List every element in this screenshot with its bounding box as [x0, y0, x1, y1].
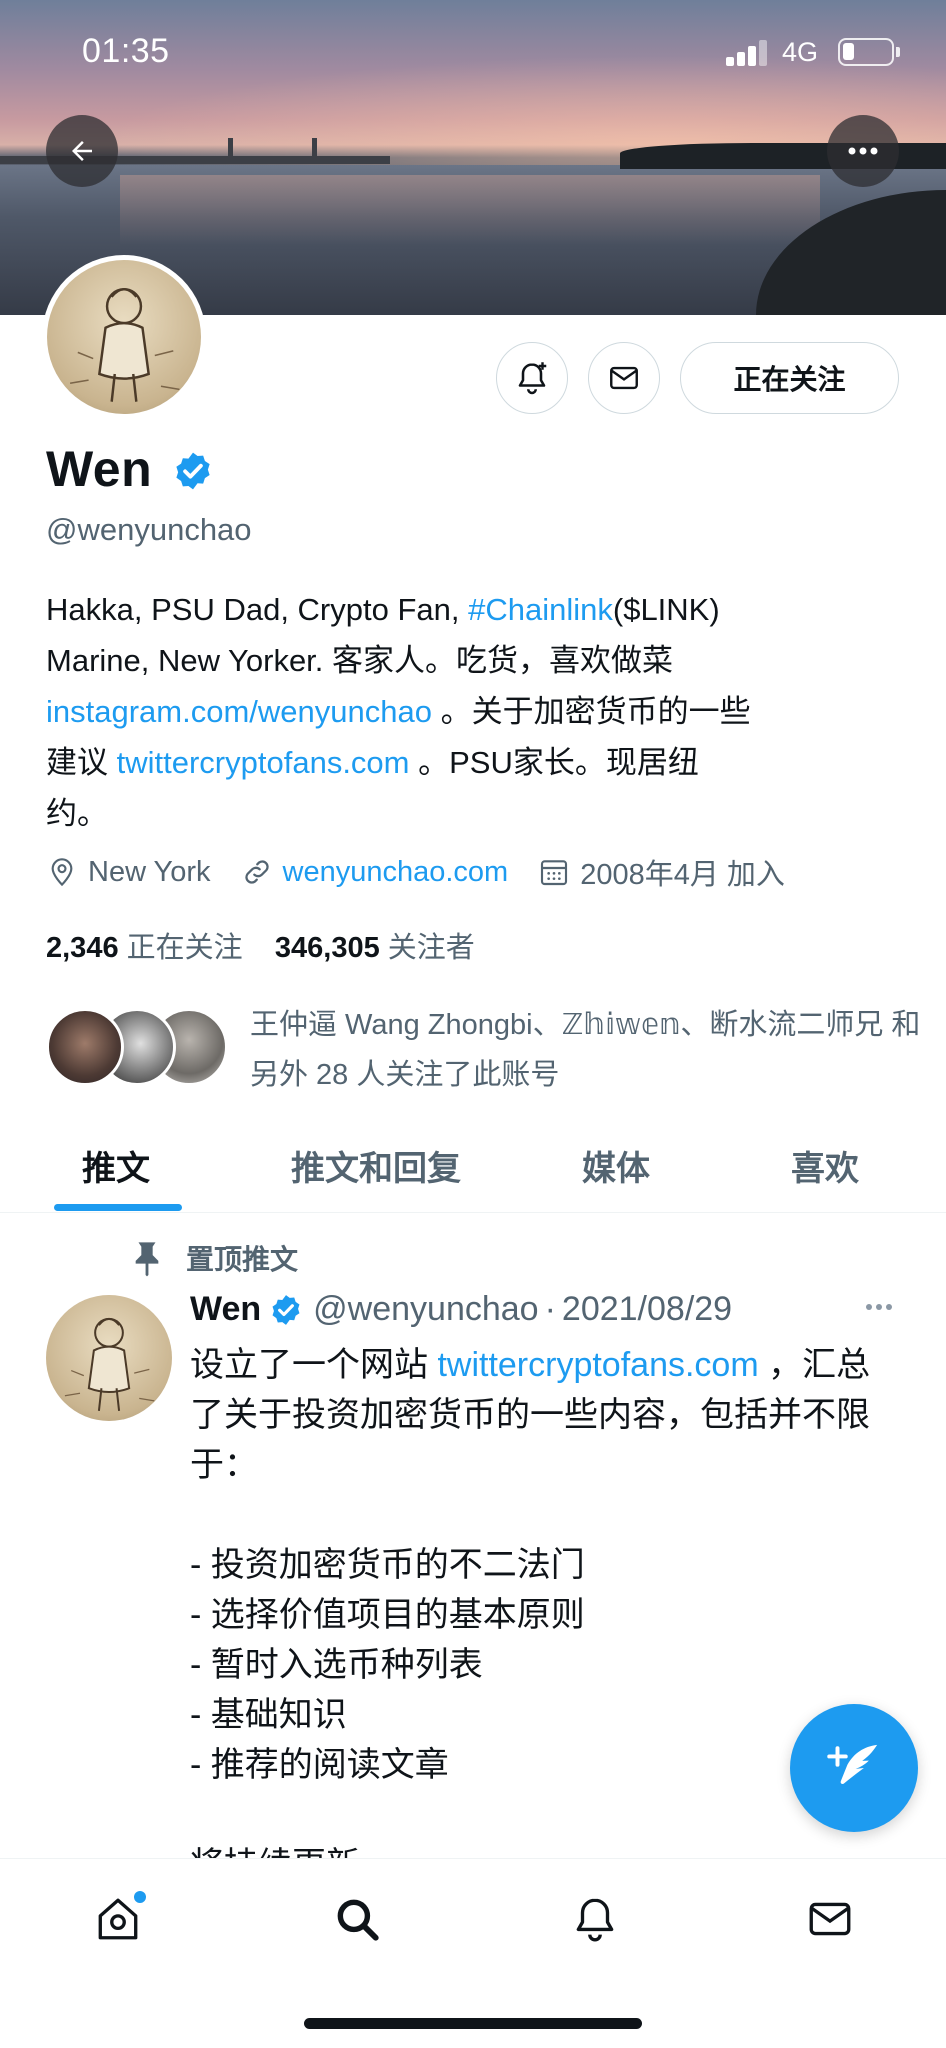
- messages-icon: [809, 1902, 851, 1936]
- banner-bridge-tower: [312, 138, 317, 164]
- compose-tweet-button[interactable]: [790, 1704, 918, 1832]
- more-icon: [848, 147, 878, 155]
- location-item: New York: [46, 856, 211, 889]
- banner-bridge-tower: [228, 138, 233, 164]
- following-count-link[interactable]: 2,346 正在关注: [46, 932, 243, 964]
- tweet-header: Wen @wenyunchao · 2021/08/29: [190, 1290, 732, 1329]
- bio-text: ($LINK): [612, 592, 720, 627]
- profile-avatar[interactable]: [42, 255, 206, 419]
- location-text: New York: [88, 855, 211, 888]
- tweet-author-name[interactable]: Wen: [190, 1290, 261, 1329]
- tab-media[interactable]: 媒体: [582, 1141, 650, 1190]
- more-icon: [866, 1304, 892, 1310]
- bio-text: 约。: [46, 796, 108, 831]
- tweet-text: 设立了一个网站: [190, 1346, 438, 1384]
- battery-icon: [838, 38, 900, 66]
- pin-icon: [135, 1242, 159, 1277]
- tweet-body: 设立了一个网站 twittercryptofans.com ，汇总了关于投资加密…: [190, 1340, 900, 1890]
- message-button[interactable]: [588, 342, 660, 414]
- tweet-link[interactable]: twittercryptofans.com: [437, 1346, 758, 1384]
- followers-count-link[interactable]: 346,305 关注者: [275, 932, 475, 964]
- profile-meta: New York wenyunchao.com 2008年4月 加入: [46, 852, 815, 892]
- avatar-sketch: [69, 288, 180, 402]
- network-type: 4G: [782, 37, 819, 67]
- tweet-avatar[interactable]: [46, 1295, 172, 1421]
- verified-icon: [272, 1294, 300, 1325]
- notifications-icon: [576, 1898, 614, 1942]
- signal-icon: [726, 40, 768, 66]
- more-options-button[interactable]: [827, 115, 899, 187]
- bio-text: Hakka, PSU Dad, Crypto Fan,: [46, 592, 469, 627]
- bio-text: Marine, New Yorker. 客家人。吃货，喜欢做菜: [46, 643, 674, 678]
- tab-tweets[interactable]: 推文: [82, 1141, 150, 1190]
- tweet-text: ，汇总了关于投资加密货币的一些内容，包括并不限于： - 投资加密货币的不二法门 …: [190, 1346, 871, 1884]
- home-indicator: [304, 2018, 642, 2029]
- followers-label: 关注者: [387, 932, 475, 964]
- pinned-label: 置顶推文: [130, 1238, 298, 1278]
- followers-you-know[interactable]: 王仲逼 Wang Zhongbi、ℤ𝕙𝕚𝕨𝕖𝕟、断水流二师兄 和另外 28 人关…: [46, 1000, 920, 1100]
- banner-reflection: [120, 175, 820, 245]
- hashtag-link[interactable]: #Chainlink: [468, 592, 613, 627]
- tweet-date: 2021/08/29: [561, 1290, 733, 1328]
- bio-text: 建议: [46, 745, 117, 780]
- bio-text: 。关于加密货币的一些: [431, 694, 751, 729]
- status-time: 01:35: [82, 32, 170, 70]
- calendar-icon: [541, 860, 568, 886]
- profile-handle: @wenyunchao: [46, 512, 252, 547]
- avatar-image: [46, 1295, 172, 1421]
- following-count: 2,346: [46, 932, 119, 964]
- compose-icon: [827, 1744, 878, 1784]
- profile-bio: Hakka, PSU Dad, Crypto Fan, #Chainlink($…: [46, 584, 906, 839]
- avatar-image: [47, 260, 201, 414]
- nav-home[interactable]: [88, 1889, 148, 1949]
- tweet-author-handle: @wenyunchao: [313, 1290, 539, 1328]
- following-button[interactable]: 正在关注: [680, 342, 899, 414]
- joined-item: 2008年4月 加入: [538, 851, 785, 893]
- following-label: 正在关注: [126, 932, 243, 964]
- active-tab-indicator: [54, 1204, 182, 1211]
- joined-text: 2008年4月 加入: [580, 859, 785, 891]
- tweet-more-button[interactable]: [862, 1290, 896, 1329]
- bell-plus-icon: [518, 362, 547, 395]
- search-icon: [337, 1899, 379, 1941]
- avatar-sketch: [64, 1317, 155, 1412]
- nav-notifications[interactable]: [565, 1889, 625, 1949]
- tweet-date-separator: ·: [544, 1290, 556, 1328]
- status-bar: 01:35 4G: [0, 0, 946, 100]
- instagram-link[interactable]: instagram.com/wenyunchao: [46, 694, 432, 729]
- pinned-text: 置顶推文: [186, 1244, 299, 1275]
- tab-likes[interactable]: 喜欢: [791, 1141, 859, 1190]
- followed-by-text: 王仲逼 Wang Zhongbi、ℤ𝕙𝕚𝕨𝕖𝕟、断水流二师兄 和另外 28 人关…: [250, 1009, 921, 1091]
- tab-tweets-replies[interactable]: 推文和回复: [291, 1141, 461, 1190]
- bio-text: 。PSU家长。现居纽: [409, 745, 699, 780]
- follow-counts: 2,346 正在关注 346,305 关注者: [46, 924, 475, 966]
- website-link[interactable]: wenyunchao.com: [283, 856, 509, 889]
- verified-icon: [176, 452, 210, 490]
- profile-tabs: 推文 推文和回复 媒体 喜欢: [0, 1115, 946, 1213]
- mail-icon: [610, 366, 638, 390]
- website-link-bio[interactable]: twittercryptofans.com: [117, 745, 410, 780]
- followers-count: 346,305: [274, 932, 380, 964]
- avatar: [46, 1008, 124, 1086]
- back-arrow-icon: [72, 141, 92, 161]
- location-icon: [51, 858, 73, 887]
- link-icon: [244, 860, 269, 884]
- back-button[interactable]: [46, 115, 118, 187]
- nav-search[interactable]: [327, 1889, 387, 1949]
- unread-dot: [134, 1891, 146, 1903]
- website-item[interactable]: wenyunchao.com: [241, 856, 509, 889]
- notify-button[interactable]: [496, 342, 568, 414]
- nav-messages[interactable]: [800, 1889, 860, 1949]
- display-name: Wen: [46, 441, 153, 497]
